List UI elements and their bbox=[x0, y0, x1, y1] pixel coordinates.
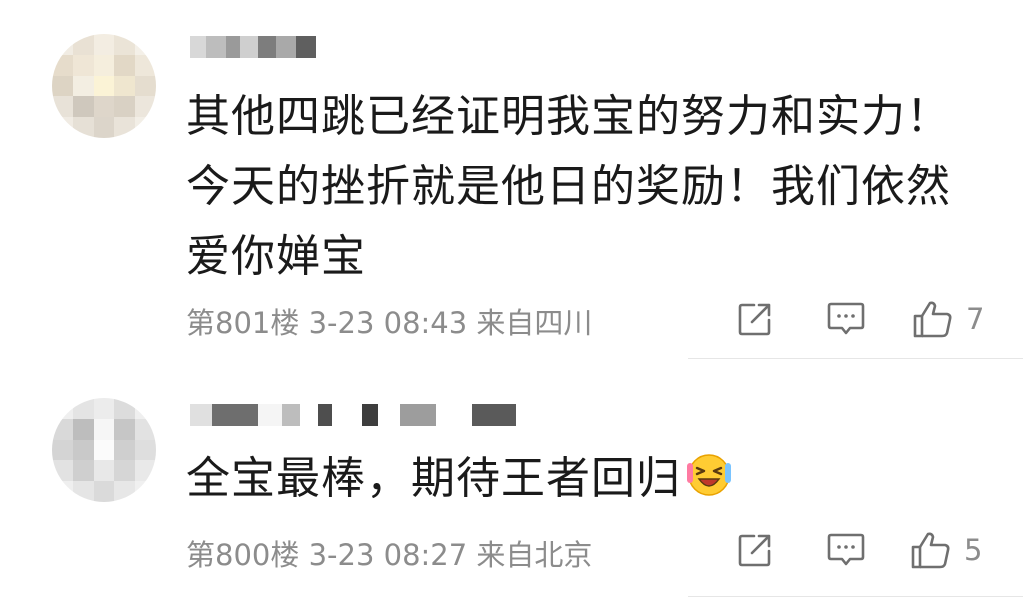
username-blurred[interactable] bbox=[190, 404, 516, 426]
thumbs-up-icon bbox=[911, 532, 950, 569]
comment-item: 其他四跳已经证明我宝的努力和实力！今天的挫折就是他日的奖励！我们依然爱你婵宝 第… bbox=[0, 0, 1023, 360]
like-button[interactable]: 7 bbox=[912, 297, 984, 341]
like-count: 7 bbox=[966, 302, 985, 336]
comment-item: 全宝最棒，期待王者回归 第800楼 3-23 08:27 来自北京 5 bbox=[0, 360, 1023, 611]
laughing-emoji bbox=[685, 450, 733, 520]
share-button[interactable] bbox=[736, 297, 774, 341]
like-count: 5 bbox=[964, 533, 983, 567]
comment-icon bbox=[827, 302, 865, 335]
comment-icon bbox=[827, 533, 865, 566]
like-button[interactable]: 5 bbox=[910, 528, 982, 572]
reply-button[interactable] bbox=[826, 528, 866, 572]
username-blurred[interactable] bbox=[190, 36, 316, 58]
divider bbox=[688, 596, 1023, 597]
reply-button[interactable] bbox=[826, 297, 866, 341]
comment-text: 其他四跳已经证明我宝的努力和实力！今天的挫折就是他日的奖励！我们依然爱你婵宝 bbox=[186, 91, 951, 282]
comment-text-body: 全宝最棒，期待王者回归 bbox=[186, 453, 681, 504]
avatar[interactable] bbox=[52, 398, 156, 502]
thumbs-up-icon bbox=[913, 301, 952, 338]
share-icon bbox=[738, 534, 771, 567]
divider bbox=[688, 358, 1023, 359]
share-button[interactable] bbox=[736, 528, 774, 572]
comment-actions: 7 bbox=[0, 297, 1023, 341]
comment-text: 全宝最棒，期待王者回归 bbox=[186, 444, 976, 520]
avatar[interactable] bbox=[52, 34, 156, 138]
comment-actions: 5 bbox=[0, 528, 1023, 572]
share-icon bbox=[738, 303, 771, 336]
